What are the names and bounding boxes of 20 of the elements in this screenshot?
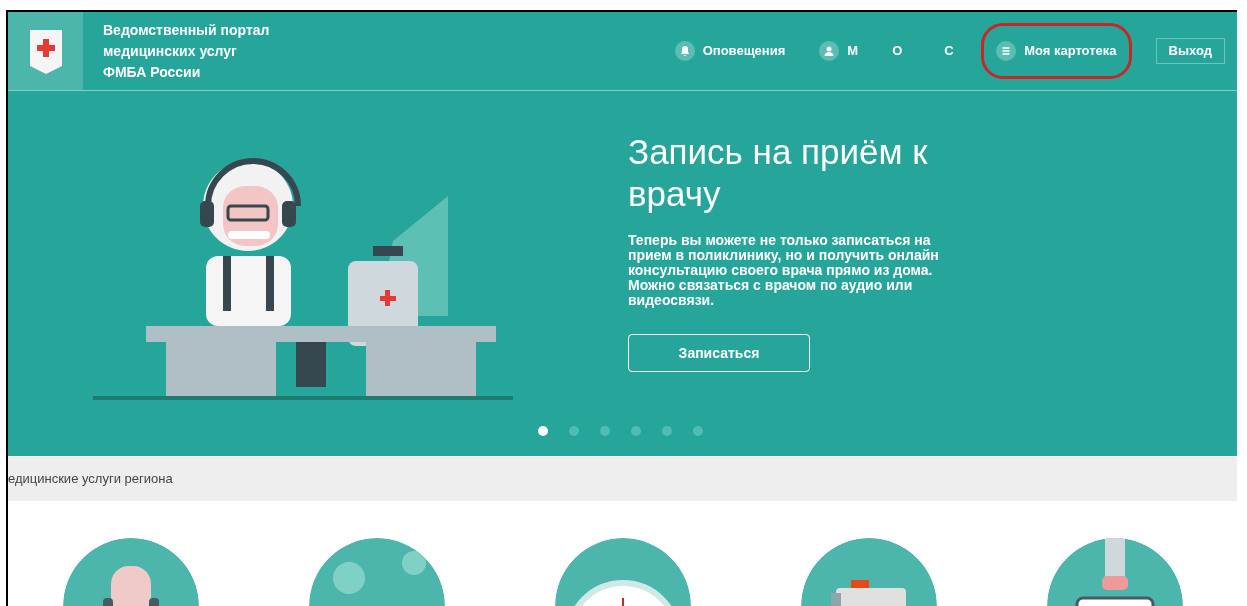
- sign-up-button[interactable]: Записаться: [628, 334, 810, 372]
- hero-title: Запись на приём к врачу: [628, 131, 929, 215]
- nav-link[interactable]: Оповещения: [671, 41, 789, 61]
- bell-icon: [674, 41, 695, 61]
- service-icon[interactable]: [63, 538, 199, 606]
- shield-cross-icon: [27, 28, 64, 74]
- nav-link[interactable]: С: [941, 41, 966, 61]
- service-icon[interactable]: [309, 538, 445, 606]
- nav-link[interactable]: М: [816, 41, 862, 61]
- service-icon[interactable]: [801, 538, 937, 606]
- logout-button[interactable]: Выход: [1155, 38, 1225, 64]
- nav-link[interactable]: О: [889, 41, 914, 61]
- hero-description: Теперь вы можете не только записаться на прием в поликлинику, но и получить онлайн консультацию своего врача прямо из дома. Можно связаться с врачом по аудио или видеосвязи.: [628, 233, 940, 308]
- service-icon[interactable]: [555, 538, 691, 606]
- section-title: едицинские услуги региона: [8, 470, 173, 489]
- menu-icon: [996, 41, 1017, 61]
- portal-title[interactable]: Ведомственный портал медицинских услуг ФМБА России: [103, 19, 323, 83]
- nav-link[interactable]: Моя картотека: [993, 41, 1120, 61]
- service-icon[interactable]: [1047, 538, 1183, 606]
- user-icon: [819, 41, 840, 61]
